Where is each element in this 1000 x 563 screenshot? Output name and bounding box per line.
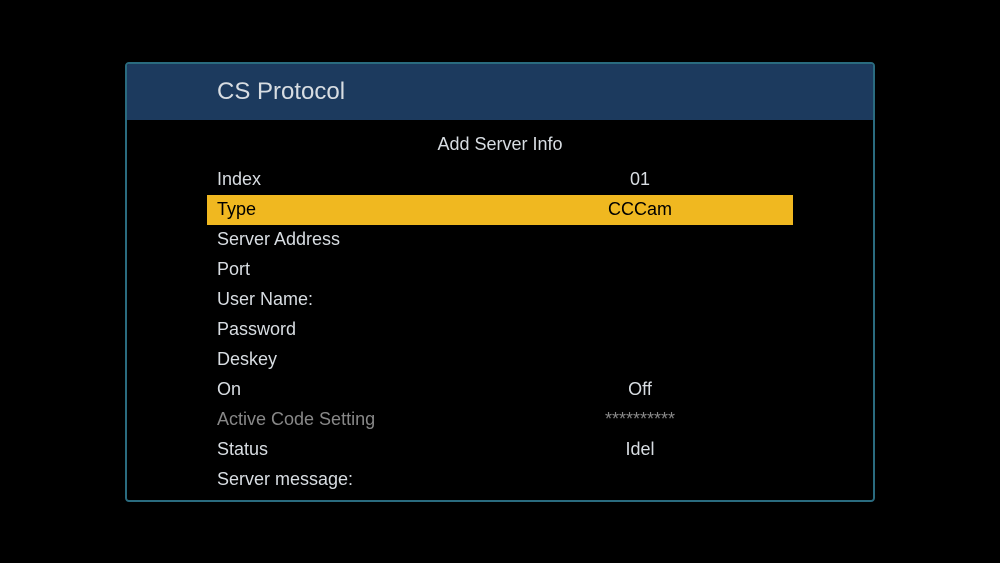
row-index[interactable]: Index 01 (127, 165, 873, 195)
row-password[interactable]: Password (127, 315, 873, 345)
row-active-code: Active Code Setting ********** (127, 405, 873, 435)
label-user-name: User Name: (217, 289, 497, 310)
label-port: Port (217, 259, 497, 280)
row-server-message[interactable]: Server message: (127, 465, 873, 495)
panel-content: Add Server Info Index 01 Type CCCam Serv… (127, 120, 873, 495)
row-server-address[interactable]: Server Address (127, 225, 873, 255)
row-status[interactable]: Status Idel (127, 435, 873, 465)
label-on: On (217, 379, 497, 400)
label-active-code: Active Code Setting (217, 409, 497, 430)
page-title: CS Protocol (217, 78, 345, 106)
label-deskey: Deskey (217, 349, 497, 370)
row-type[interactable]: Type CCCam (207, 195, 793, 225)
label-server-address: Server Address (217, 229, 497, 250)
row-user-name[interactable]: User Name: (127, 285, 873, 315)
value-status: Idel (497, 439, 783, 460)
value-on: Off (497, 379, 783, 400)
value-type: CCCam (497, 199, 783, 220)
label-type: Type (217, 199, 497, 220)
value-index: 01 (497, 169, 783, 190)
label-index: Index (217, 169, 497, 190)
row-port[interactable]: Port (127, 255, 873, 285)
label-status: Status (217, 439, 497, 460)
row-on[interactable]: On Off (127, 375, 873, 405)
panel-header: CS Protocol (127, 64, 873, 120)
section-title: Add Server Info (127, 134, 873, 155)
settings-panel: CS Protocol Add Server Info Index 01 Typ… (125, 62, 875, 502)
row-deskey[interactable]: Deskey (127, 345, 873, 375)
label-password: Password (217, 319, 497, 340)
value-active-code: ********** (497, 409, 783, 430)
label-server-message: Server message: (217, 469, 497, 490)
